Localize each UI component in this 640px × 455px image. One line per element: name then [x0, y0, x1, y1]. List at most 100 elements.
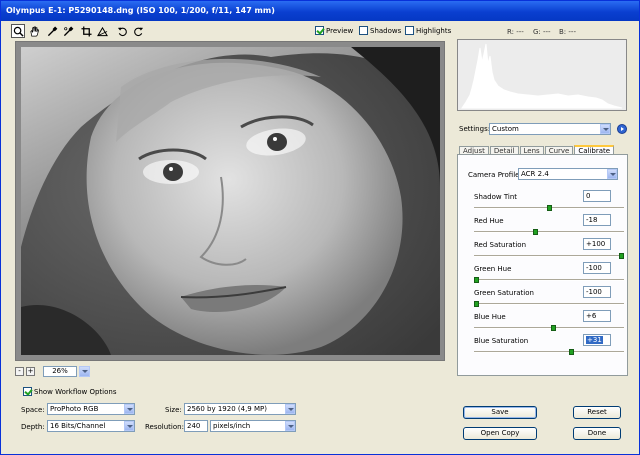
red-saturation-thumb[interactable] — [619, 253, 624, 259]
shadow-tint-thumb[interactable] — [547, 205, 552, 211]
shadow-tint-input[interactable]: 0 — [583, 190, 611, 202]
size-label: Size: — [165, 406, 182, 414]
hand-tool-icon[interactable] — [27, 24, 41, 38]
depth-dropdown-icon[interactable] — [124, 421, 134, 431]
size-dropdown-icon[interactable] — [285, 404, 295, 414]
green-hue-track[interactable] — [474, 277, 624, 283]
resolution-unit-dropdown-icon[interactable] — [285, 421, 295, 431]
window-title: Olympus E-1: P5290148.dng (ISO 100, 1/20… — [1, 1, 639, 21]
shadow-tint-track[interactable] — [474, 205, 624, 211]
green-saturation-label: Green Saturation — [474, 289, 534, 297]
size-select[interactable]: 2560 by 1920 (4,9 MP) — [184, 403, 296, 415]
green-saturation-thumb[interactable] — [474, 301, 479, 307]
settings-menu-icon[interactable] — [617, 124, 627, 134]
zoom-in-button[interactable]: + — [26, 366, 35, 376]
calibrate-panel: Camera Profile: ACR 2.4 Shadow Tint 0 Red … — [457, 154, 628, 376]
rotate-left-icon[interactable] — [115, 24, 129, 38]
straighten-tool-icon[interactable] — [95, 24, 109, 38]
zoom-controls: - + 26% — [15, 364, 90, 378]
zoom-tool-icon[interactable] — [11, 24, 25, 38]
camera-profile-select[interactable]: ACR 2.4 — [518, 168, 618, 180]
blue-saturation-thumb[interactable] — [569, 349, 574, 355]
image-preview-area[interactable] — [15, 41, 445, 361]
workflow-options: Show Workflow Options Space: ProPhoto RG… — [11, 382, 446, 447]
camera-raw-window: Olympus E-1: P5290148.dng (ISO 100, 1/20… — [0, 0, 640, 455]
red-saturation-label: Red Saturation — [474, 241, 527, 249]
blue-hue-track[interactable] — [474, 325, 624, 331]
green-hue-value: -100 — [586, 264, 602, 272]
red-hue-thumb[interactable] — [533, 229, 538, 235]
zoom-out-button[interactable]: - — [15, 366, 24, 376]
space-select[interactable]: ProPhoto RGB — [47, 403, 135, 415]
blue-saturation-input[interactable]: +31 — [583, 334, 611, 346]
white-balance-tool-icon[interactable] — [45, 24, 59, 38]
blue-hue-label: Blue Hue — [474, 313, 506, 321]
portrait-photo — [21, 47, 440, 355]
zoom-level-field[interactable]: 26% — [43, 365, 77, 377]
blue-hue-thumb[interactable] — [551, 325, 556, 331]
histogram-curve — [461, 43, 623, 109]
blue-saturation-label: Blue Saturation — [474, 337, 529, 345]
shadows-checkbox-box[interactable] — [359, 26, 368, 35]
preview-checkbox[interactable]: Preview — [315, 26, 353, 35]
red-hue-label: Red Hue — [474, 217, 504, 225]
green-saturation-input[interactable]: -100 — [583, 286, 611, 298]
resolution-unit-value: pixels/inch — [213, 422, 251, 430]
color-sampler-tool-icon[interactable] — [61, 24, 75, 38]
preview-label: Preview — [326, 26, 354, 35]
depth-value: 16 Bits/Channel — [50, 422, 106, 430]
blue-readout: B: --- — [559, 28, 576, 36]
reset-button[interactable]: Reset — [573, 406, 621, 419]
crop-tool-icon[interactable] — [79, 24, 93, 38]
green-saturation-track[interactable] — [474, 301, 624, 307]
red-saturation-input[interactable]: +100 — [583, 238, 611, 250]
red-hue-track[interactable] — [474, 229, 624, 235]
settings-label: Settings: — [459, 125, 491, 133]
resolution-label: Resolution: — [145, 423, 184, 431]
open-copy-button[interactable]: Open Copy — [463, 427, 537, 440]
resolution-input[interactable]: 240 — [184, 420, 208, 432]
show-workflow-checkbox-box[interactable] — [23, 387, 32, 396]
done-button[interactable]: Done — [573, 427, 621, 440]
space-dropdown-icon[interactable] — [124, 404, 134, 414]
highlights-checkbox[interactable]: Highlights — [405, 26, 451, 35]
red-hue-input[interactable]: -18 — [583, 214, 611, 226]
resolution-unit-select[interactable]: pixels/inch — [210, 420, 296, 432]
green-hue-input[interactable]: -100 — [583, 262, 611, 274]
save-button[interactable]: Save — [463, 406, 537, 419]
depth-label: Depth: — [21, 423, 45, 431]
camera-profile-value: ACR 2.4 — [521, 170, 549, 178]
red-readout: R: --- — [507, 28, 524, 36]
camera-profile-label: Camera Profile: — [468, 171, 522, 179]
blue-hue-value: +6 — [586, 312, 597, 320]
red-saturation-track[interactable] — [474, 253, 624, 259]
space-value: ProPhoto RGB — [50, 405, 99, 413]
depth-select[interactable]: 16 Bits/Channel — [47, 420, 135, 432]
blue-saturation-value: +31 — [586, 336, 603, 344]
green-saturation-value: -100 — [586, 288, 602, 296]
shadows-checkbox[interactable]: Shadows — [359, 26, 401, 35]
histogram — [457, 39, 627, 111]
rotate-right-icon[interactable] — [131, 24, 145, 38]
show-workflow-checkbox[interactable]: Show Workflow Options — [23, 387, 117, 396]
blue-hue-input[interactable]: +6 — [583, 310, 611, 322]
green-readout: G: --- — [533, 28, 551, 36]
red-hue-value: -18 — [586, 216, 598, 224]
green-hue-thumb[interactable] — [474, 277, 479, 283]
settings-value: Custom — [492, 125, 519, 133]
shadows-label: Shadows — [370, 26, 402, 35]
blue-saturation-track[interactable] — [474, 349, 624, 355]
highlights-checkbox-box[interactable] — [405, 26, 414, 35]
red-saturation-value: +100 — [586, 240, 606, 248]
green-hue-label: Green Hue — [474, 265, 512, 273]
settings-row: Settings: Custom — [457, 123, 633, 136]
show-workflow-label: Show Workflow Options — [34, 387, 117, 396]
settings-dropdown-icon[interactable] — [600, 124, 610, 134]
shadow-tint-value: 0 — [586, 192, 591, 200]
zoom-dropdown-icon[interactable] — [79, 365, 90, 377]
camera-profile-dropdown-icon[interactable] — [607, 169, 617, 179]
size-value: 2560 by 1920 (4,9 MP) — [187, 405, 267, 413]
shadow-tint-label: Shadow Tint — [474, 193, 518, 201]
settings-select[interactable]: Custom — [489, 123, 611, 135]
preview-checkbox-box[interactable] — [315, 26, 324, 35]
